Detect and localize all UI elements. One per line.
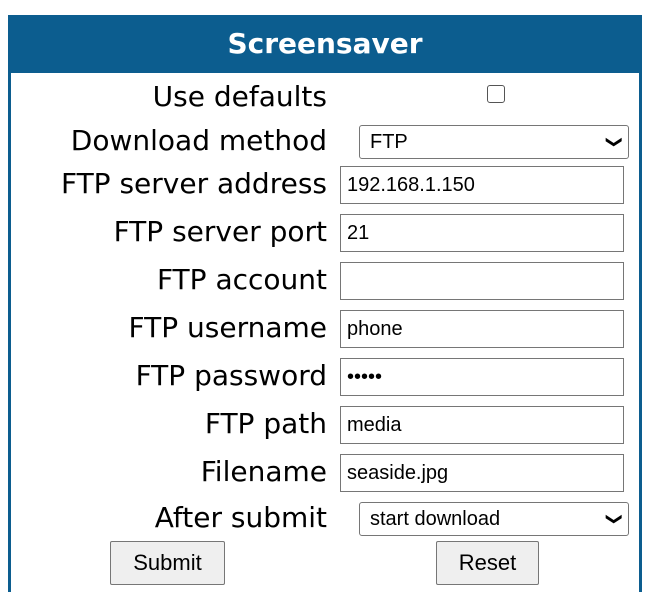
row-ftp-password: FTP password •••••	[11, 352, 639, 399]
ftp-password-input[interactable]: •••••	[340, 358, 624, 396]
row-ftp-server-address: FTP server address 192.168.1.150	[11, 160, 639, 207]
ftp-username-input[interactable]: phone	[340, 310, 624, 348]
use-defaults-label: Use defaults	[152, 80, 327, 113]
panel-title: Screensaver	[11, 15, 639, 73]
ftp-password-label: FTP password	[135, 359, 327, 392]
ftp-username-label: FTP username	[128, 311, 328, 344]
ftp-server-port-input[interactable]: 21	[340, 214, 624, 252]
after-submit-label: After submit	[154, 501, 327, 534]
filename-input[interactable]: seaside.jpg	[340, 454, 624, 492]
row-ftp-path: FTP path media	[11, 400, 639, 447]
row-ftp-username: FTP username phone	[11, 304, 639, 351]
download-method-select[interactable]: FTP ❯	[359, 125, 629, 159]
ftp-account-input[interactable]	[340, 262, 624, 300]
chevron-down-icon: ❯	[605, 512, 623, 526]
ftp-server-port-label: FTP server port	[113, 215, 327, 248]
ftp-server-address-label: FTP server address	[60, 167, 327, 200]
row-ftp-account: FTP account	[11, 256, 639, 303]
row-use-defaults: Use defaults	[11, 73, 639, 120]
download-method-label: Download method	[70, 124, 327, 157]
after-submit-select[interactable]: start download ❯	[359, 502, 629, 536]
filename-label: Filename	[200, 455, 327, 488]
ftp-path-input[interactable]: media	[340, 406, 624, 444]
row-ftp-server-port: FTP server port 21	[11, 208, 639, 255]
ftp-path-label: FTP path	[204, 407, 327, 440]
download-method-value: FTP	[370, 131, 408, 153]
ftp-account-label: FTP account	[156, 263, 327, 296]
row-after-submit: After submit start download ❯	[11, 494, 639, 541]
use-defaults-checkbox[interactable]	[487, 85, 505, 103]
row-download-method: Download method FTP ❯	[11, 117, 639, 164]
reset-button[interactable]: Reset	[436, 541, 539, 585]
chevron-down-icon: ❯	[605, 135, 623, 149]
submit-button[interactable]: Submit	[110, 541, 225, 585]
screensaver-panel: Screensaver Use defaults Download method…	[8, 15, 642, 592]
row-filename: Filename seaside.jpg	[11, 448, 639, 495]
ftp-server-address-input[interactable]: 192.168.1.150	[340, 166, 624, 204]
after-submit-value: start download	[370, 508, 501, 530]
